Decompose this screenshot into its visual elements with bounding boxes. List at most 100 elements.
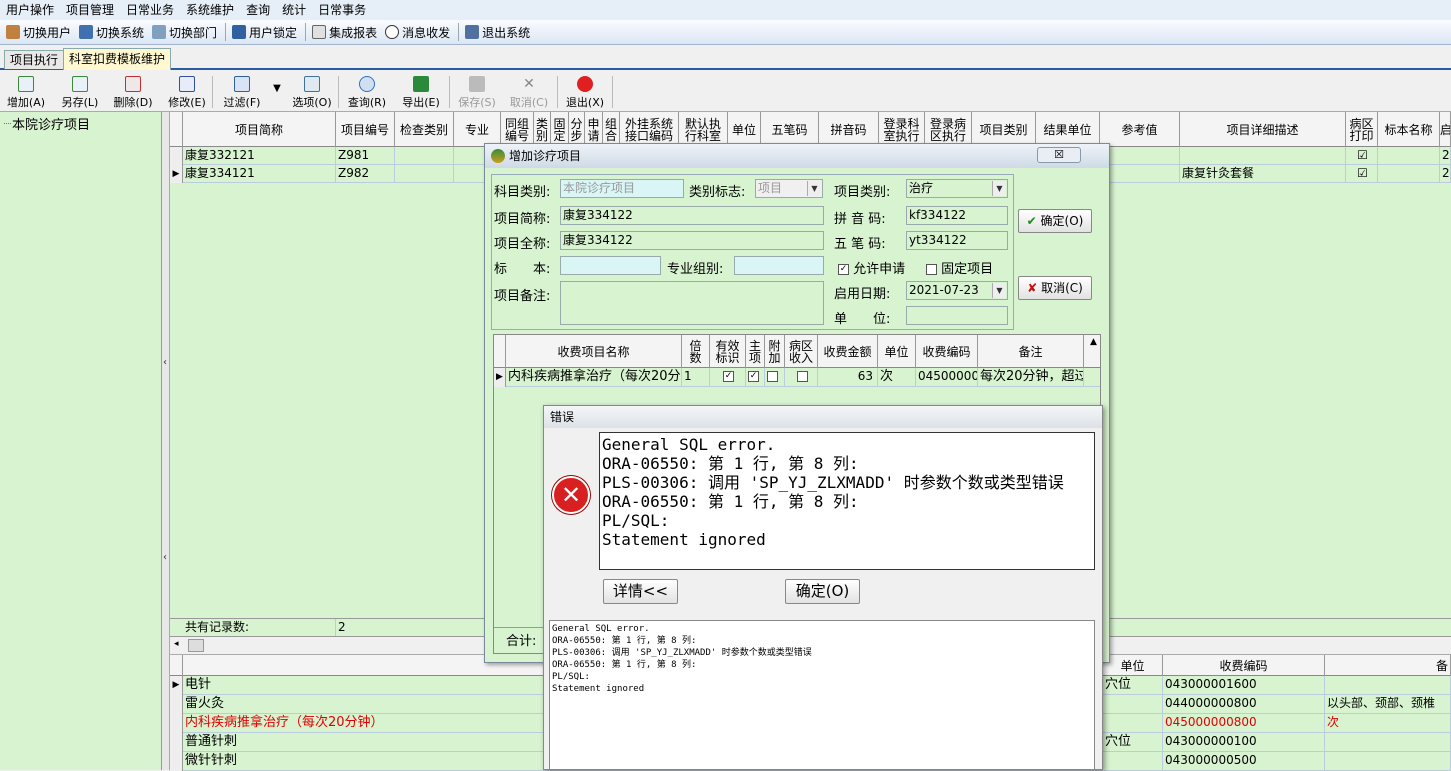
col-header[interactable]: 主项 (746, 335, 765, 368)
start-date-picker[interactable]: 2021-07-23 ▼ (906, 281, 1008, 300)
details-button[interactable]: 详情<< (603, 579, 678, 604)
error-ok-button[interactable]: 确定(O) (785, 579, 860, 604)
export-button[interactable]: 导出(E) (399, 76, 443, 110)
col-header[interactable]: 单位 (878, 335, 916, 368)
menu-statistics[interactable]: 统计 (276, 0, 312, 20)
col-header[interactable]: 检查类别 (395, 112, 454, 147)
specimen-input[interactable] (560, 256, 661, 275)
menu-system-maint[interactable]: 系统维护 (180, 0, 240, 20)
menu-user-ops[interactable]: 用户操作 (0, 0, 60, 20)
col-header[interactable]: 启 (1440, 112, 1451, 147)
cancel-button[interactable]: ✕ 取消(C) (507, 76, 551, 110)
chevron-down-icon[interactable]: ▼ (992, 181, 1006, 196)
col-header[interactable]: 分步 (569, 112, 585, 147)
checkbox-unchecked[interactable] (926, 264, 937, 275)
dialog-close-button[interactable]: ☒ (1037, 147, 1081, 163)
scroll-thumb[interactable] (188, 639, 204, 652)
cancel-button[interactable]: ✘ 取消(C) (1018, 276, 1092, 300)
remark-textarea[interactable] (560, 281, 824, 325)
col-header[interactable]: 备注 (978, 335, 1084, 368)
messages-button[interactable]: 消息收发 (385, 24, 450, 41)
col-header[interactable]: 收费项目名称 (506, 335, 682, 368)
delete-button[interactable]: 删除(D) (111, 76, 155, 110)
col-header[interactable]: 附加 (765, 335, 785, 368)
checkbox-checked[interactable]: ✓ (838, 264, 849, 275)
cell-extra-checkbox[interactable] (765, 368, 785, 386)
tab-item-execution[interactable]: 项目执行 (4, 50, 65, 69)
col-header[interactable]: 外挂系统接口编码 (620, 112, 679, 147)
collapse-left-icon[interactable]: ‹ (163, 357, 167, 368)
col-header[interactable]: 收费编码 (1163, 655, 1325, 676)
menu-daily-business[interactable]: 日常业务 (120, 0, 180, 20)
chevron-down-icon[interactable]: ▼ (807, 181, 821, 196)
group-input[interactable] (734, 256, 824, 275)
col-header[interactable]: 登录科室执行 (879, 112, 925, 147)
pinyin-input[interactable]: kf334122 (906, 206, 1008, 225)
scroll-left-icon[interactable]: ◂ (174, 639, 179, 649)
col-header[interactable]: 病区收入 (785, 335, 818, 368)
col-header[interactable]: 单位 (728, 112, 761, 147)
col-header[interactable]: 项目编号 (336, 112, 395, 147)
exit-button[interactable]: 退出(X) (563, 76, 607, 110)
col-header[interactable]: 固定 (551, 112, 569, 147)
col-header[interactable]: 收费金额 (818, 335, 878, 368)
col-header[interactable]: 结果单位 (1036, 112, 1100, 147)
subject-type-field[interactable]: 本院诊疗项目 (560, 179, 684, 198)
col-header[interactable]: 登录病区执行 (925, 112, 972, 147)
col-header[interactable]: 有效标识 (710, 335, 746, 368)
add-button[interactable]: 增加(A) (4, 76, 48, 110)
fixed-item-checkbox[interactable]: 固定项目 (926, 258, 993, 277)
table-row[interactable]: ▶ 内科疾病推拿治疗（每次20分 1 ✓ ✓ 63 次 04500000( 每次… (494, 368, 1100, 387)
user-lock-button[interactable]: 用户锁定 (232, 24, 297, 41)
col-header[interactable]: 申请 (585, 112, 603, 147)
type-flag-select[interactable]: 项目 ▼ (755, 179, 823, 198)
switch-user-button[interactable]: 切换用户 (6, 24, 71, 41)
tab-dept-charge-template[interactable]: 科室扣费模板维护 (63, 48, 172, 70)
col-header[interactable]: 标本名称 (1378, 112, 1440, 147)
wubi-input[interactable]: yt334122 (906, 231, 1008, 250)
save-button[interactable]: 保存(S) (455, 76, 499, 110)
checkbox-checked[interactable]: ✓ (748, 371, 759, 382)
cell-print-checkbox[interactable]: ☑ (1346, 147, 1378, 165)
col-header[interactable]: 项目详细描述 (1180, 112, 1346, 147)
full-name-input[interactable]: 康复334122 (560, 231, 824, 250)
filter-button[interactable]: 过滤(F) (219, 76, 265, 110)
col-header[interactable]: 默认执行科室 (679, 112, 728, 147)
col-header[interactable]: 组合 (603, 112, 620, 147)
tree-node-root[interactable]: 本院诊疗项目 (3, 114, 90, 133)
col-header[interactable]: 收费编码 (916, 335, 978, 368)
col-header[interactable]: 倍数 (682, 335, 710, 368)
col-header[interactable]: 单位 (1103, 655, 1163, 676)
col-header[interactable]: 项目简称 (183, 112, 336, 147)
col-header[interactable]: 同组编号 (501, 112, 534, 147)
checkbox-checked[interactable]: ✓ (723, 371, 734, 382)
checkbox-unchecked[interactable] (767, 371, 778, 382)
col-header[interactable]: 类别 (534, 112, 551, 147)
options-button[interactable]: 选项(O) (290, 76, 334, 110)
query-button[interactable]: 查询(R) (345, 76, 389, 110)
filter-dropdown-arrow[interactable]: ▼ (270, 76, 284, 110)
col-header[interactable]: 专业 (454, 112, 501, 147)
unit-input[interactable] (906, 306, 1008, 325)
menu-query[interactable]: 查询 (240, 0, 276, 20)
menu-item-mgmt[interactable]: 项目管理 (60, 0, 120, 20)
col-header[interactable]: 拼音码 (819, 112, 879, 147)
checkbox-unchecked[interactable] (796, 371, 808, 382)
col-header[interactable]: 病区打印 (1346, 112, 1378, 147)
cell-ward-income-checkbox[interactable] (785, 368, 818, 386)
chevron-down-icon[interactable]: ▼ (992, 283, 1006, 298)
col-header[interactable]: 五笔码 (761, 112, 819, 147)
switch-system-button[interactable]: 切换系统 (79, 24, 144, 41)
menu-daily-affairs[interactable]: 日常事务 (312, 0, 372, 20)
save-as-button[interactable]: 另存(L) (58, 76, 102, 110)
exit-system-button[interactable]: 退出系统 (465, 24, 530, 41)
collapse-left-icon[interactable]: ‹ (163, 552, 167, 563)
switch-dept-button[interactable]: 切换部门 (152, 24, 217, 41)
report-button[interactable]: 集成报表 (312, 24, 377, 41)
cell-print-checkbox[interactable]: ☑ (1346, 165, 1378, 183)
col-header[interactable]: 备 (1325, 655, 1451, 676)
cell-main-checkbox[interactable]: ✓ (746, 368, 765, 386)
edit-button[interactable]: 修改(E) (165, 76, 209, 110)
allow-apply-checkbox[interactable]: ✓ 允许申请 (838, 258, 905, 277)
short-name-input[interactable]: 康复334122 (560, 206, 824, 225)
